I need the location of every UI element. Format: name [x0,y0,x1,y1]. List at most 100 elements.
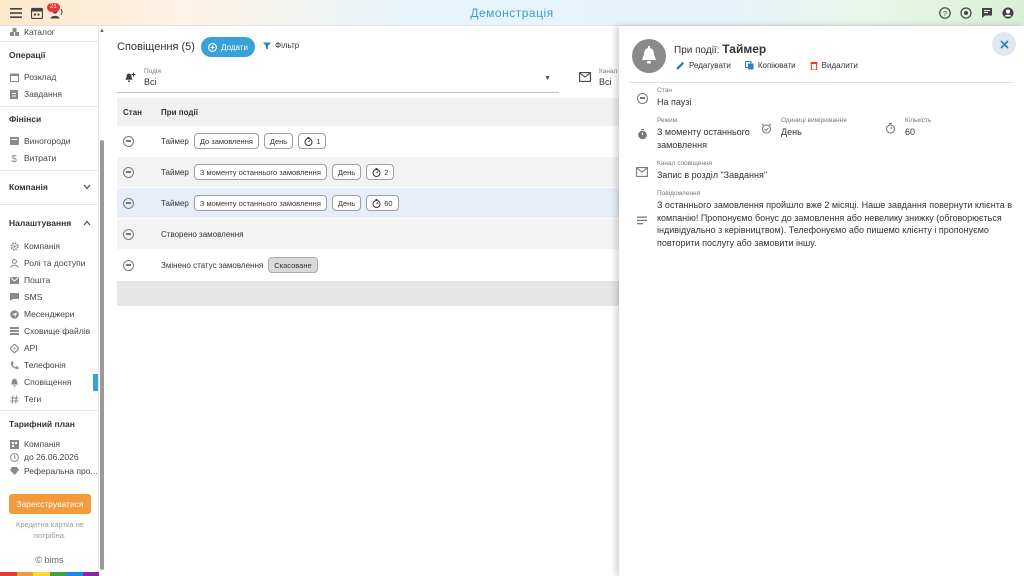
channel-filter-value: Всі [599,77,612,87]
send-icon [9,309,19,319]
add-button[interactable]: Додати [201,37,255,57]
chevron-up-icon[interactable] [83,220,91,226]
count-chip: 1 [298,133,327,149]
register-button[interactable]: Зареєструватися [9,494,91,514]
sidebar-item-vineyards[interactable]: Виногороди [9,135,70,147]
paused-state-icon [123,228,134,240]
divider [0,41,99,42]
mail-icon [9,275,19,285]
sidebar-item-expenses[interactable]: $ Витрати [9,152,56,164]
delete-button[interactable]: Видалити [810,61,858,70]
table-row-selected[interactable]: Таймер З моменту останнього замовлення Д… [117,188,620,219]
table-row[interactable]: Таймер З моменту останнього замовлення Д… [117,157,620,188]
schedule-icon [9,72,19,82]
close-icon [999,39,1009,49]
chevron-down-icon[interactable] [83,184,91,190]
clock-icon [9,452,19,462]
mode-chip: З моменту останнього замовлення [193,195,327,211]
sidebar-item-notifications[interactable]: Сповіщення [9,376,72,388]
table-header: Стан При події [117,98,620,126]
mail-icon [636,166,648,178]
sidebar-item-messengers[interactable]: Месенджери [9,308,74,320]
tasks-icon [9,89,19,99]
row-event: Таймер [161,136,189,146]
edit-button[interactable]: Редагувати [676,61,731,70]
table-row[interactable]: Створено замовлення [117,219,620,250]
paused-state-icon [123,166,134,178]
divider [0,204,99,205]
table-footer [117,281,620,306]
divider [0,170,99,171]
diamond-icon [9,466,19,476]
close-button[interactable] [992,32,1016,56]
timer-outline-icon [884,122,896,134]
alarm-icon [760,122,772,134]
sidebar-item-tags[interactable]: Теги [9,393,41,405]
sidebar-item-telephony[interactable]: Телефонія [9,359,66,371]
chat-icon[interactable] [979,5,995,21]
strip-segment [16,572,33,576]
section-settings[interactable]: Налаштування [9,218,71,228]
sidebar-item-schedule[interactable]: Розклад [9,71,56,83]
column-header-state: Стан [123,107,142,117]
field-message: Повідомлення З останнього замовлення про… [657,190,1013,248]
sidebar-item-api[interactable]: API [9,342,38,354]
user-icon [9,258,19,268]
sidebar-scrollbar[interactable] [100,140,104,570]
section-company[interactable]: Компанія [9,182,48,192]
strip-segment [33,572,50,576]
row-event: Змінено статус замовлення [161,260,264,270]
field-count: Кількість 60 [905,117,932,137]
sidebar-item-company[interactable]: Компанія [9,240,60,252]
sidebar: Каталог Операції Розклад Завдання Фінінс… [0,26,99,576]
sidebar-item-tasks[interactable]: Завдання [9,88,62,100]
strip-segment [66,572,83,576]
paused-state-icon [123,197,134,209]
storage-icon [9,326,19,336]
strip-segment [0,572,17,576]
plan-item-company[interactable]: Компанія [9,438,60,450]
hash-icon [9,394,19,404]
table-row[interactable]: Таймер До замовлення День 1 [117,126,620,157]
help-icon[interactable]: ? [937,5,953,21]
row-event: Таймер [161,198,189,208]
column-header-event: При події [161,107,198,117]
support-icon[interactable] [958,5,974,21]
table-row[interactable]: Змінено статус замовлення Скасоване [117,250,620,281]
sidebar-item-sms[interactable]: SMS [9,291,42,303]
add-circle-icon [208,42,218,52]
top-bar: 21 Демонстрація ? [0,0,1024,26]
event-filter-value: Всі [144,77,157,87]
detail-panel: При події: Таймер Редагувати Копіювати В… [619,26,1024,576]
catalog-icon [9,27,19,37]
count-chip: 2 [366,164,395,180]
sidebar-item-roles[interactable]: Ролі та доступи [9,257,85,269]
mail-outline-icon [579,72,591,82]
unit-chip: День [263,133,294,149]
sidebar-item-storage[interactable]: Сховище файлів [9,325,90,337]
field-unit: Одиниці вимірювання День [781,117,847,137]
panel-title: При події: Таймер [674,42,767,56]
event-filter-label: Подія [144,68,161,75]
field-mode: Режим З моменту останнього замовлення [657,117,750,150]
account-icon[interactable] [1000,5,1016,21]
expenses-icon: $ [9,153,19,163]
mode-chip: З моменту останнього замовлення [193,164,327,180]
section-plan: Тарифний план [9,419,75,429]
phone-icon [9,360,19,370]
copy-button[interactable]: Копіювати [744,61,796,70]
event-filter-select[interactable]: Подія Всі ▼ [117,66,559,93]
strip-segment [49,572,66,576]
paused-state-icon [123,259,134,271]
panel-actions: Редагувати Копіювати Видалити [676,61,858,70]
svg-text:$: $ [11,154,17,163]
sidebar-item-catalog[interactable]: Каталог [9,26,55,38]
sidebar-item-mail[interactable]: Пошта [9,274,50,286]
filter-button[interactable]: Фільтр [263,41,299,50]
company-icon [9,439,19,449]
mode-chip: До замовлення [193,133,259,149]
page-title: Сповіщення (5) [117,41,195,53]
api-icon [9,343,19,353]
color-strip [0,572,99,576]
plan-item-referral[interactable]: Реферальна про... [9,465,98,477]
